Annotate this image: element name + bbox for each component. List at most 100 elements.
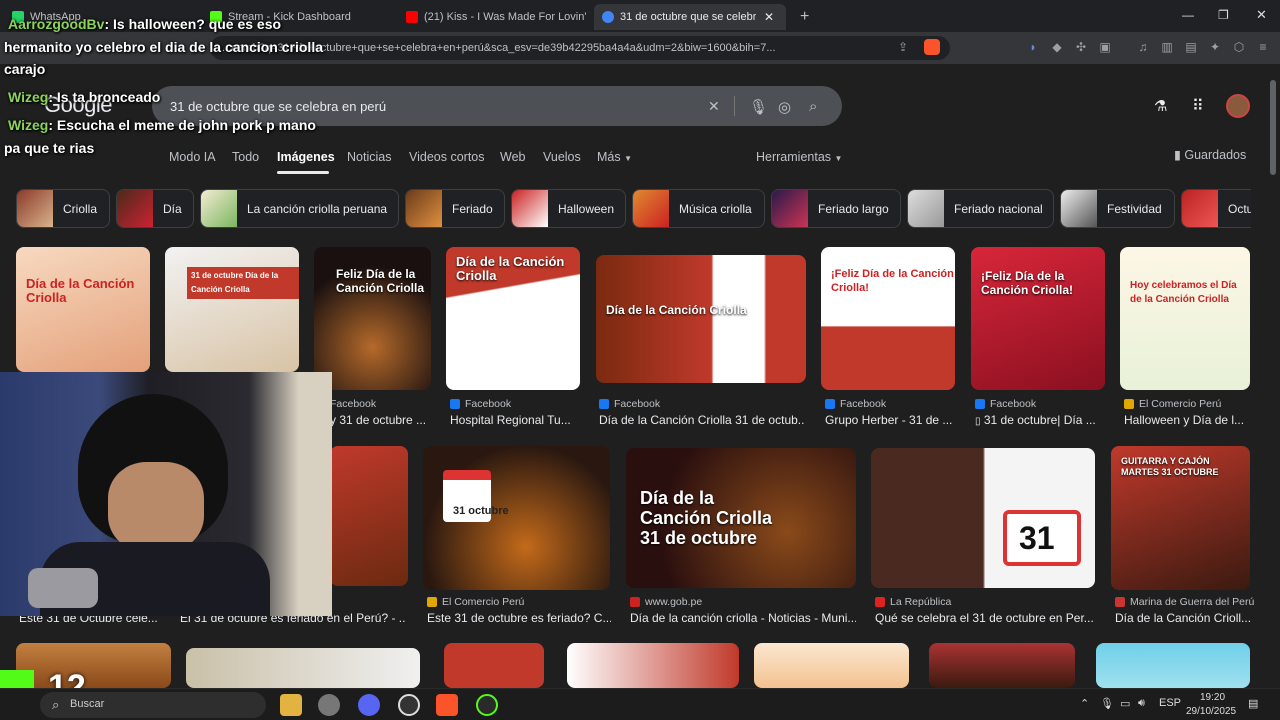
image-caption[interactable]: Qué se celebra el 31 de octubre en Per..… [875, 611, 1095, 625]
restore-icon[interactable]: ❐ [1218, 8, 1229, 22]
minimize-icon[interactable]: — [1182, 8, 1194, 22]
menu-icon[interactable]: ≡ [1256, 40, 1270, 54]
image-title: 31 de octubre Día de la Canción Criolla [187, 267, 299, 299]
chip-feriado-nacional[interactable]: Feriado nacional [907, 189, 1054, 228]
audio-icon[interactable]: ◗ [1026, 40, 1040, 54]
apps-grid-icon[interactable]: ⠿ [1192, 96, 1204, 116]
app-icon[interactable] [318, 694, 340, 716]
brave-shield-icon[interactable] [924, 39, 940, 55]
image-caption[interactable]: Hospital Regional Tu... [450, 413, 580, 427]
lens-icon[interactable]: ◎ [778, 98, 791, 116]
tab-vuelos[interactable]: Vuelos [543, 150, 581, 164]
avatar[interactable] [1226, 94, 1250, 118]
wallet-icon[interactable]: ▤ [1184, 40, 1198, 54]
network-icon[interactable]: ▭ [1120, 697, 1130, 710]
image-source[interactable]: Facebook [825, 398, 886, 410]
microphone-icon[interactable]: 🎙︎ [1100, 697, 1114, 710]
image-caption[interactable]: Halloween y Día de l... [1124, 413, 1250, 427]
extension-diamond-icon[interactable]: ◆ [1050, 40, 1064, 54]
extensions-puzzle-icon[interactable]: ✣ [1074, 40, 1088, 54]
image-result[interactable] [186, 648, 420, 688]
image-source[interactable]: Facebook [450, 398, 511, 410]
chevron-up-icon[interactable]: ⌃ [1080, 697, 1089, 710]
image-result[interactable] [567, 643, 739, 688]
webcam-overlay [0, 372, 332, 616]
new-tab-button[interactable]: + [792, 4, 816, 30]
image-caption[interactable]: Día de la Canción Crioll... [1115, 611, 1250, 625]
scrollbar-thumb[interactable] [1270, 80, 1276, 175]
vpn-shield-icon[interactable]: ⬡ [1232, 40, 1246, 54]
image-result[interactable]: Día de la Canción Criolla [446, 247, 580, 390]
saved-button[interactable]: ▮ Guardados [1174, 147, 1246, 162]
image-source[interactable]: Facebook [330, 398, 376, 410]
image-result[interactable]: Día de la Canción Criolla [596, 255, 806, 383]
image-result[interactable]: ¡Feliz Día de la Canción Criolla! [971, 247, 1105, 390]
chip-feriado[interactable]: Feriado [405, 189, 505, 228]
microphone-icon[interactable]: 🎙︎ [749, 98, 768, 116]
close-window-icon[interactable]: ✕ [1256, 7, 1267, 23]
chip-octubre[interactable]: Octu [1181, 189, 1251, 228]
chip-halloween[interactable]: Halloween [511, 189, 626, 228]
chip-criolla[interactable]: Criolla [16, 189, 110, 228]
image-source[interactable]: El Comercio Perú [1124, 398, 1221, 410]
chip-musica-criolla[interactable]: Música criolla [632, 189, 765, 228]
image-caption[interactable]: Grupo Herber - 31 de ... [825, 413, 955, 427]
image-caption[interactable]: y 31 de octubre ... [330, 413, 440, 427]
chat-username: Wizeg [8, 89, 49, 105]
chip-festividad[interactable]: Festividad [1060, 189, 1175, 228]
tab-google-search[interactable]: 31 de octubre que se celebra en ✕ [594, 4, 786, 30]
file-explorer-icon[interactable] [280, 694, 302, 716]
chip-cancion-criolla-peruana[interactable]: La canción criolla peruana [200, 189, 399, 228]
screenshot-icon[interactable]: ▣ [1098, 40, 1112, 54]
image-result[interactable]: 31 [871, 448, 1095, 588]
chip-feriado-largo[interactable]: Feriado largo [771, 189, 901, 228]
image-result[interactable] [929, 643, 1075, 688]
obs-icon[interactable] [398, 694, 420, 716]
image-result[interactable]: Día de la Canción Criolla 31 de octubre [626, 448, 856, 588]
image-result[interactable] [754, 643, 909, 688]
image-result[interactable]: Feliz Día de la Canción Criolla [314, 247, 431, 390]
app-icon[interactable] [476, 694, 498, 716]
tab-mas[interactable]: Más ▼ [597, 150, 632, 164]
image-result[interactable]: 31 de octubre Día de la Canción Criolla [165, 247, 299, 372]
clock-date[interactable]: 29/10/2025 [1186, 706, 1236, 717]
image-source[interactable]: El Comercio Perú [427, 596, 524, 608]
language-indicator[interactable]: ESP [1159, 697, 1181, 709]
volume-icon[interactable]: 🔊︎ [1138, 697, 1145, 710]
image-result[interactable]: GUITARRA Y CAJÓN MARTES 31 OCTUBRE [1111, 446, 1250, 590]
notifications-icon[interactable]: ▤ [1248, 697, 1258, 710]
image-caption[interactable]: Día de la Canción Criolla 31 de octub... [599, 413, 805, 427]
clear-icon[interactable]: ✕ [708, 98, 720, 115]
search-icon[interactable]: ⌕ [809, 98, 817, 115]
sidebar-icon[interactable]: ▥ [1160, 40, 1174, 54]
close-tab-icon[interactable]: ✕ [764, 10, 774, 24]
leo-ai-icon[interactable]: ✦ [1208, 40, 1222, 54]
image-source[interactable]: Facebook [975, 398, 1036, 410]
chip-dia[interactable]: Día [116, 189, 194, 228]
image-source[interactable]: www.gob.pe [630, 596, 702, 608]
image-result[interactable]: 31 octubre [423, 446, 610, 590]
tools-menu[interactable]: Herramientas ▼ [756, 150, 842, 164]
music-icon[interactable]: ♫ [1136, 40, 1150, 54]
image-source[interactable]: Marina de Guerra del Perú [1115, 596, 1254, 608]
clock-time[interactable]: 19:20 [1200, 692, 1225, 703]
image-result[interactable] [330, 446, 408, 586]
image-result[interactable] [444, 643, 544, 688]
image-caption[interactable]: Este 31 de octubre es feriado? C... [427, 611, 611, 625]
image-result[interactable] [1096, 643, 1250, 688]
image-source[interactable]: La República [875, 596, 951, 608]
labs-flask-icon[interactable]: ⚗ [1154, 97, 1167, 115]
image-result[interactable]: Día de la Canción Criolla [16, 247, 150, 372]
tab-web[interactable]: Web [500, 150, 525, 164]
tab-youtube[interactable]: (21) Kiss - I Was Made For Lovin' You [398, 4, 590, 30]
taskbar-search[interactable]: ⌕ Buscar [40, 692, 266, 718]
image-result[interactable]: Hoy celebramos el Día de la Canción Crio… [1120, 247, 1250, 390]
image-result[interactable]: ¡Feliz Día de la Canción Criolla! [821, 247, 955, 390]
image-caption[interactable]: ▯ 31 de octubre| Día ... [975, 413, 1105, 427]
image-source[interactable]: Facebook [599, 398, 660, 410]
share-icon[interactable]: ⇪ [896, 40, 910, 54]
brave-icon[interactable] [436, 694, 458, 716]
discord-icon[interactable] [358, 694, 380, 716]
tab-videos-cortos[interactable]: Videos cortos [409, 150, 485, 164]
image-caption[interactable]: Día de la canción criolla - Noticias - M… [630, 611, 856, 625]
